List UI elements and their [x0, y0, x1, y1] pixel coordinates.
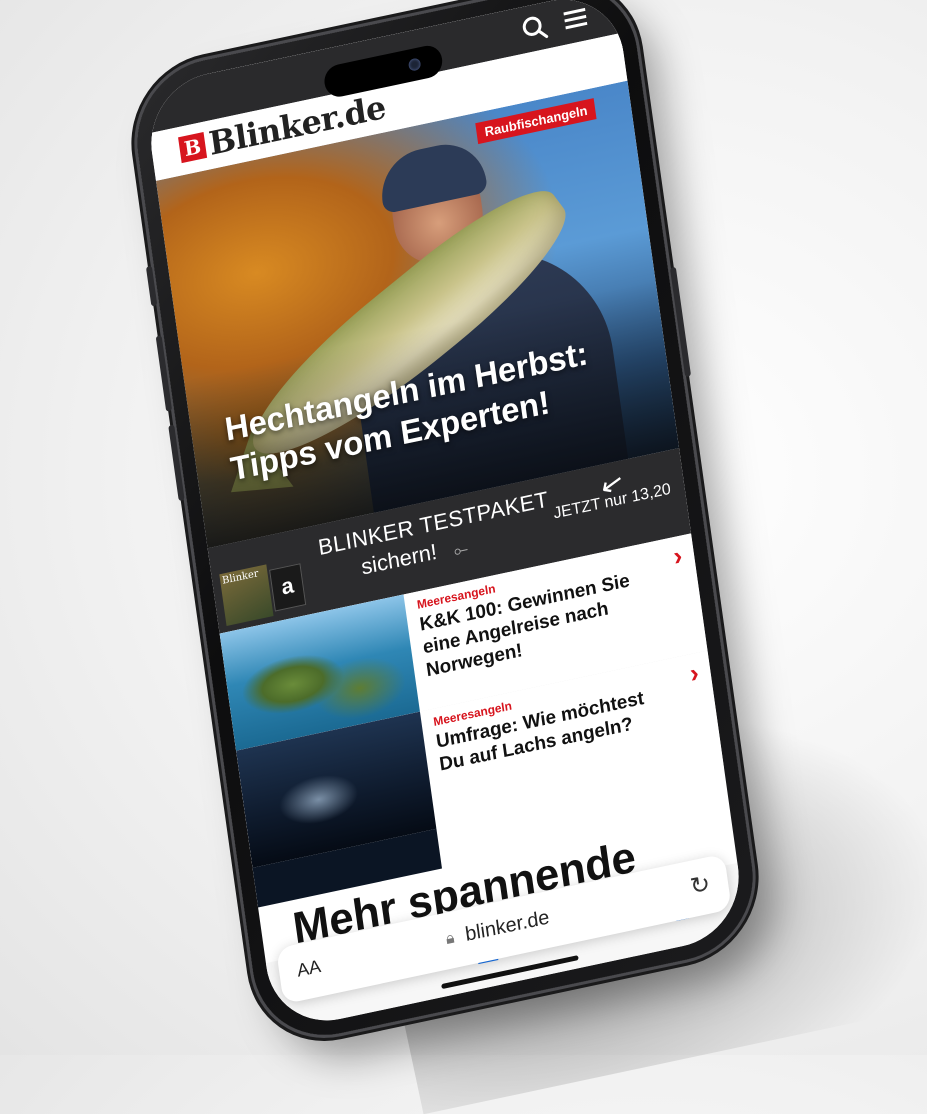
- magazine-thumbnail: Blinker: [219, 564, 274, 626]
- amazon-voucher: a: [269, 563, 307, 612]
- camera-lens: [407, 57, 422, 72]
- lock-icon: 🔒︎: [444, 929, 456, 949]
- reload-icon[interactable]: ↻: [688, 869, 712, 902]
- phone-body: B Blinker.de Raubfischangeln Hechtangeln…: [127, 0, 763, 1050]
- mute-switch: [145, 265, 158, 307]
- logo-mark[interactable]: B: [178, 131, 208, 164]
- chevron-right-icon[interactable]: ›: [688, 657, 701, 690]
- phone-screen: B Blinker.de Raubfischangeln Hechtangeln…: [142, 0, 748, 1033]
- power-button: [669, 266, 692, 378]
- volume-up-button: [155, 335, 173, 412]
- search-icon[interactable]: [520, 12, 550, 48]
- thumbnail-label: Blinker: [221, 568, 260, 587]
- volume-down-button: [168, 424, 185, 502]
- phone-mockup: B Blinker.de Raubfischangeln Hechtangeln…: [0, 0, 927, 1055]
- hamburger-menu-icon[interactable]: [561, 4, 591, 40]
- fish-doodle-icon: ⟜: [452, 538, 470, 561]
- text-size-button[interactable]: AA: [296, 956, 322, 982]
- chevron-right-icon[interactable]: ›: [671, 540, 684, 573]
- url-text[interactable]: blinker.de: [464, 906, 551, 947]
